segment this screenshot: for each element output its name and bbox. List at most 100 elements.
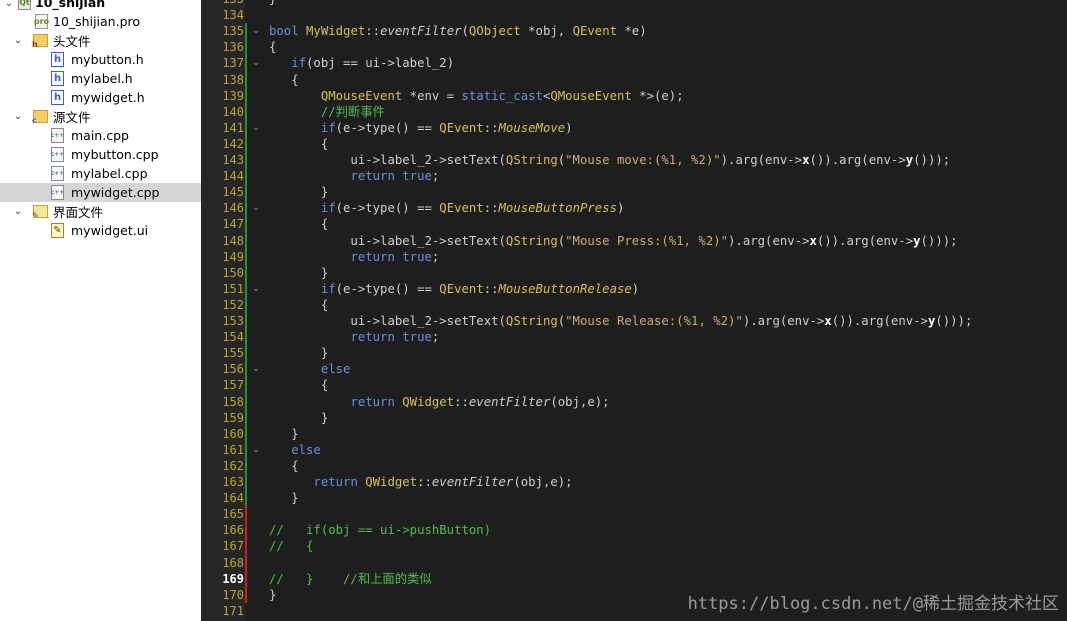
code-line[interactable]: } bbox=[269, 410, 328, 426]
code-line[interactable]: if(e->type() == QEvent::MouseButtonRelea… bbox=[269, 281, 639, 297]
line-number: 157 bbox=[222, 378, 244, 393]
code-line[interactable]: ui->label_2->setText(QString("Mouse Pres… bbox=[269, 233, 958, 249]
code-token: } bbox=[269, 346, 329, 361]
code-line[interactable]: { bbox=[269, 136, 328, 152]
chevron-down-icon[interactable]: ⌄ bbox=[4, 0, 14, 9]
line-number-gutter: 1331341351361371381391401411421431441451… bbox=[201, 0, 245, 621]
tree-item-project[interactable]: ⌄ Qt 10_shijian bbox=[0, 0, 201, 12]
fold-toggle-icon[interactable]: ⌄ bbox=[250, 361, 262, 377]
tree-item-file[interactable]: h mywidget.h bbox=[0, 88, 201, 107]
code-line[interactable]: if(e->type() == QEvent::MouseMove) bbox=[269, 120, 573, 136]
fold-toggle-icon[interactable]: ⌄ bbox=[250, 442, 262, 458]
code-token: x bbox=[809, 233, 817, 248]
code-line[interactable]: } bbox=[269, 265, 328, 281]
tree-item-file[interactable]: ✎ mywidget.ui bbox=[0, 221, 201, 240]
code-line[interactable]: return QWidget::eventFilter(obj,e); bbox=[269, 474, 572, 490]
line-number: 140 bbox=[222, 104, 244, 119]
code-line[interactable]: } bbox=[269, 0, 276, 7]
code-line[interactable]: return true; bbox=[269, 249, 439, 265]
code-line[interactable]: ui->label_2->setText(QString("Mouse Rele… bbox=[269, 313, 972, 329]
code-token: QString bbox=[505, 314, 558, 328]
code-token: ; bbox=[431, 249, 440, 264]
code-line[interactable]: { bbox=[269, 216, 328, 232]
code-line[interactable]: // { bbox=[269, 538, 313, 554]
tree-item-form-folder[interactable]: ⌄ ✎ 界面文件 bbox=[0, 202, 201, 221]
tree-item-pro-file[interactable]: pro 10_shijian.pro bbox=[0, 12, 201, 31]
code-line[interactable]: //判断事件 bbox=[269, 104, 385, 120]
code-token: bool bbox=[269, 24, 299, 39]
code-line[interactable]: if(obj == ui->label_2) bbox=[269, 55, 454, 71]
chevron-down-icon[interactable]: ⌄ bbox=[13, 111, 23, 122]
code-token: ).arg(env-> bbox=[742, 314, 825, 328]
tree-item-file-selected[interactable]: c++ mywidget.cpp bbox=[0, 183, 201, 202]
code-line[interactable]: { bbox=[269, 72, 298, 88]
line-number: 166 bbox=[222, 523, 244, 538]
code-token: ())); bbox=[920, 233, 958, 248]
code-line[interactable]: else bbox=[269, 361, 351, 377]
code-line[interactable]: QMouseEvent *env = static_cast<QMouseEve… bbox=[269, 88, 684, 104]
tree-item-file[interactable]: c++ mybutton.cpp bbox=[0, 145, 201, 164]
code-line[interactable]: ui->label_2->setText(QString("Mouse move… bbox=[269, 152, 950, 168]
code-line[interactable]: bool MyWidget::eventFilter(QObject *obj,… bbox=[269, 23, 647, 39]
tree-item-file[interactable]: h mybutton.h bbox=[0, 50, 201, 69]
tree-item-file[interactable]: h mylabel.h bbox=[0, 69, 201, 88]
tree-item-file[interactable]: c++ mylabel.cpp bbox=[0, 164, 201, 183]
line-number: 170 bbox=[222, 587, 244, 602]
code-token: QString bbox=[505, 233, 558, 248]
tree-item-label: 界面文件 bbox=[53, 205, 104, 220]
code-line[interactable]: return true; bbox=[269, 329, 439, 345]
code-line[interactable]: return QWidget::eventFilter(obj,e); bbox=[269, 394, 609, 410]
code-token: *>(e); bbox=[631, 88, 684, 103]
fold-toggle-icon[interactable]: ⌄ bbox=[250, 281, 262, 297]
code-token: eventFilter bbox=[380, 24, 462, 39]
code-line[interactable]: // if(obj == ui->pushButton) bbox=[269, 522, 491, 538]
code-token: QString bbox=[505, 153, 558, 167]
code-token: QMouseEvent bbox=[320, 88, 403, 103]
fold-toggle-icon[interactable]: ⌄ bbox=[250, 55, 262, 71]
code-line[interactable]: } bbox=[269, 587, 276, 603]
change-marker bbox=[245, 506, 247, 603]
code-token: *e) bbox=[617, 24, 647, 39]
tree-item-label: mybutton.h bbox=[71, 52, 144, 67]
chevron-down-icon[interactable]: ⌄ bbox=[13, 206, 23, 217]
code-line[interactable]: } bbox=[269, 426, 298, 442]
line-number: 143 bbox=[222, 153, 244, 167]
fold-toggle-icon[interactable]: ⌄ bbox=[250, 23, 262, 39]
code-line[interactable]: } bbox=[269, 345, 328, 361]
line-number: 150 bbox=[222, 265, 244, 280]
code-line[interactable]: else bbox=[269, 442, 321, 458]
code-token: else bbox=[291, 442, 321, 457]
tree-item-source-folder[interactable]: ⌄ c 源文件 bbox=[0, 107, 201, 126]
code-token: MouseButtonPress bbox=[498, 201, 617, 216]
code-line[interactable]: } bbox=[269, 490, 298, 506]
code-line[interactable]: { bbox=[269, 377, 328, 393]
tree-item-header-folder[interactable]: ⌄ h 头文件 bbox=[0, 31, 201, 50]
code-token: QEvent bbox=[439, 201, 484, 216]
code-line[interactable]: } bbox=[269, 184, 328, 200]
code-line[interactable]: { bbox=[269, 458, 298, 474]
line-number: 154 bbox=[222, 330, 244, 345]
code-token: ui->label_2->setText( bbox=[269, 153, 506, 167]
code-token: ) bbox=[617, 201, 625, 216]
line-number: 139 bbox=[222, 88, 244, 103]
code-line[interactable]: // } //和上面的类似 bbox=[269, 571, 432, 587]
code-line[interactable]: if(e->type() == QEvent::MouseButtonPress… bbox=[269, 200, 625, 216]
line-number: 142 bbox=[222, 136, 244, 151]
line-number: 141 bbox=[222, 120, 244, 135]
tree-item-file[interactable]: c++ main.cpp bbox=[0, 126, 201, 145]
change-marker bbox=[245, 23, 247, 507]
line-number: 153 bbox=[222, 314, 244, 328]
line-number: 168 bbox=[222, 555, 244, 570]
code-line[interactable]: return true; bbox=[269, 168, 439, 184]
code-editor[interactable]: 1331341351361371381391401411421431441451… bbox=[201, 0, 1067, 621]
code-token: // if(obj == ui->pushButton) bbox=[269, 523, 492, 538]
code-line[interactable]: { bbox=[269, 39, 276, 55]
code-line[interactable]: { bbox=[269, 297, 328, 313]
line-number: 144 bbox=[222, 169, 244, 184]
fold-toggle-icon[interactable]: ⌄ bbox=[250, 120, 262, 136]
fold-toggle-icon[interactable]: ⌄ bbox=[250, 200, 262, 216]
chevron-down-icon[interactable]: ⌄ bbox=[13, 35, 23, 46]
code-token: MouseButtonRelease bbox=[498, 281, 632, 296]
